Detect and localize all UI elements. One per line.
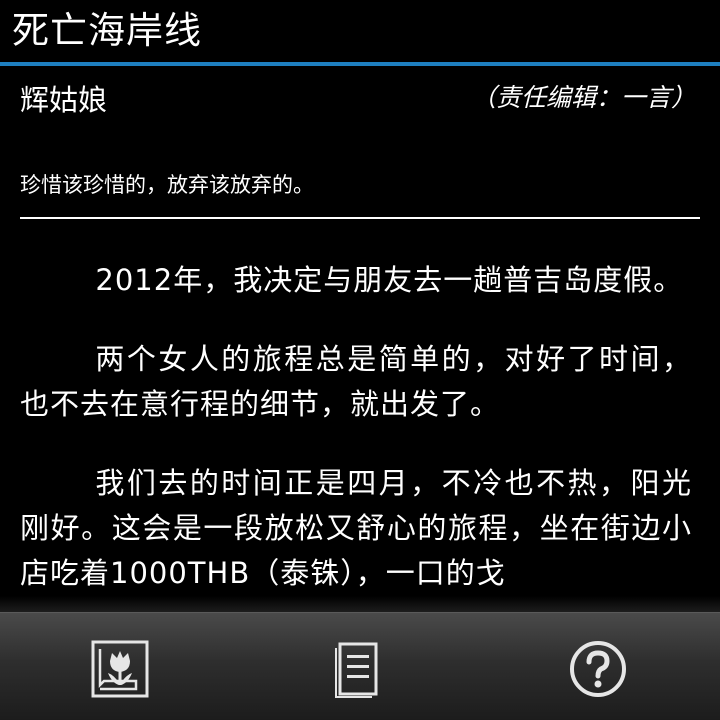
- help-icon: [570, 641, 626, 697]
- author-name: 辉姑娘: [20, 83, 108, 117]
- article-paragraph: 2012年，我决定与朋友去一趟普吉岛度假。: [95, 263, 684, 297]
- article-body[interactable]: 2012年，我决定与朋友去一趟普吉岛度假。 两个女人的旅程总是简单的，对好了时间…: [20, 258, 692, 612]
- byline-row: 辉姑娘 （责任编辑：一言）: [20, 80, 700, 120]
- bottom-toolbar: [0, 612, 720, 720]
- reader-screen: 死亡海岸线 辉姑娘 （责任编辑：一言） 珍惜该珍惜的，放弃该放弃的。 2012年…: [0, 0, 720, 720]
- tulip-macro-icon: [91, 640, 149, 698]
- editor-credit: （责任编辑：一言）: [470, 83, 696, 112]
- document-button[interactable]: [328, 639, 388, 699]
- article-paragraph: 两个女人的旅程总是简单的，对好了时间，也不去在意行程的细节，就出发了。: [20, 342, 692, 421]
- title-accent-line: [0, 62, 720, 66]
- article-summary: 珍惜该珍惜的，放弃该放弃的。: [20, 173, 314, 197]
- article-paragraph: 我们去的时间正是四月，不冷也不热，阳光刚好。这会是一段放松又舒心的旅程，坐在街边…: [20, 466, 692, 590]
- tulip-macro-button[interactable]: [90, 639, 150, 699]
- help-button[interactable]: [568, 639, 628, 699]
- header-divider: [20, 217, 700, 219]
- document-icon: [335, 642, 378, 698]
- title-bar: 死亡海岸线: [0, 0, 720, 62]
- page-title: 死亡海岸线: [12, 9, 202, 52]
